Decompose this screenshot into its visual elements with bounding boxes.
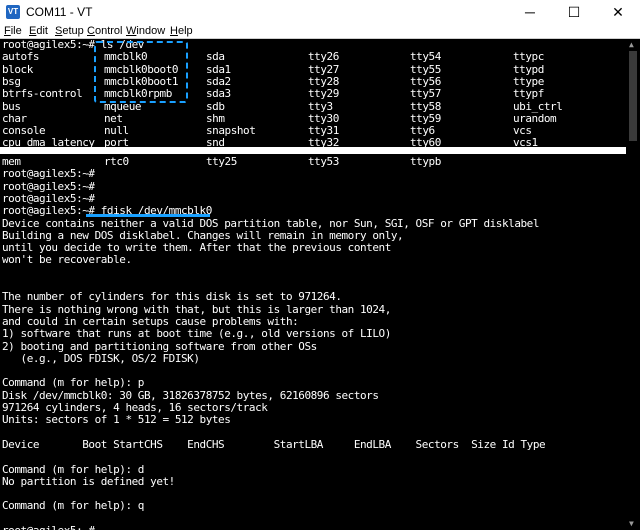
listing-entry: snapshot: [206, 124, 256, 138]
listing-entry: sda1: [206, 62, 231, 76]
terminal-line: Command (m for help): q: [2, 499, 144, 513]
terminal-line: root@agilex5:~#: [2, 191, 95, 205]
menu-bar: File Edit Setup Control Window Help: [0, 24, 640, 39]
listing-entry: ttypd: [513, 62, 544, 76]
menu-window[interactable]: Window: [126, 24, 165, 38]
terminal-top-pane[interactable]: root@agilex5:~# ls /dev autofs mmcblk0 sda…: [0, 39, 626, 147]
terminal-line: There is nothing wrong with that, but th…: [2, 302, 391, 316]
listing-entry: char: [2, 111, 27, 125]
listing-entry: tty28: [308, 74, 339, 88]
scroll-thumb[interactable]: [629, 51, 637, 141]
listing-entry: block: [2, 62, 33, 76]
listing-entry: tty25: [206, 155, 237, 168]
menu-edit[interactable]: Edit: [29, 24, 48, 38]
highlight-box: [94, 41, 188, 103]
listing-row: mem rtc0 tty25 tty53 ttypb: [0, 156, 626, 168]
scroll-up-icon[interactable]: ▲: [629, 40, 634, 49]
listing-entry: urandom: [513, 111, 557, 125]
menu-control[interactable]: Control: [87, 24, 122, 38]
listing-entry: snd: [206, 136, 225, 147]
listing-row: char net shm tty30 tty59 urandom: [0, 111, 626, 125]
listing-entry: tty60: [410, 136, 441, 147]
listing-entry: tty3: [308, 99, 333, 113]
listing-entry: tty53: [308, 155, 339, 168]
terminal-line: Command (m for help): d: [2, 462, 144, 476]
listing-entry: tty6: [410, 124, 435, 138]
minimize-button[interactable]: ─: [508, 0, 552, 24]
command-underline: [86, 214, 210, 217]
terminal-line: Device contains neither a valid DOS part…: [2, 216, 540, 230]
terminal-bottom-pane[interactable]: mem rtc0 tty25 tty53 ttypb root@agilex5:~# ro…: [0, 154, 626, 530]
listing-entry: ttype: [513, 74, 544, 88]
listing-entry: tty54: [410, 50, 441, 64]
listing-entry: btrfs-control: [2, 87, 83, 101]
menu-file[interactable]: File: [4, 24, 22, 38]
terminal-line: root@agilex5:~#: [2, 179, 95, 193]
terminal-line: root@agilex5:~#: [2, 167, 95, 181]
listing-entry: mem: [2, 155, 21, 168]
terminal-line: root@agilex5:~#: [2, 525, 95, 530]
terminal-line: 2) booting and partitioning software fro…: [2, 339, 317, 353]
listing-row: bus mqueue sdb tty3 tty58 ubi_ctrl: [0, 99, 626, 113]
terminal-line: Device Boot StartCHS EndCHS StartLBA End…: [2, 437, 546, 451]
terminal-line: until you decide to write them. After th…: [2, 241, 391, 255]
terminal-line: (e.g., DOS FDISK, OS/2 FDISK): [2, 351, 200, 365]
listing-entry: tty57: [410, 87, 441, 101]
maximize-button[interactable]: ☐: [552, 0, 596, 24]
listing-entry: tty59: [410, 111, 441, 125]
listing-entry: bus: [2, 99, 21, 113]
terminal-line: won't be recoverable.: [2, 253, 132, 267]
listing-entry: tty32: [308, 136, 339, 147]
close-button[interactable]: ✕: [596, 0, 640, 24]
listing-row: console null snapshot tty31 tty6 vcs: [0, 125, 626, 137]
listing-entry: console: [2, 124, 46, 138]
scroll-down-icon[interactable]: ▼: [629, 519, 634, 528]
terminal-line: 971264 cylinders, 4 heads, 16 sectors/tr…: [2, 401, 268, 414]
listing-entry: tty56: [410, 74, 441, 88]
listing-entry: null: [104, 124, 129, 138]
listing-row: cpu_dma_latency port snd tty32 tty60 vcs1: [0, 137, 626, 147]
terminal-line: The number of cylinders for this disk is…: [2, 290, 342, 304]
listing-entry: sda: [206, 50, 225, 64]
terminal-line: Disk /dev/mmcblk0: 30 GB, 31826378752 by…: [2, 388, 379, 402]
listing-entry: ubi_ctrl: [513, 99, 563, 113]
vertical-scrollbar[interactable]: ▲ ▼: [626, 39, 640, 530]
title-bar[interactable]: VT COM11 - VT ─ ☐ ✕: [0, 0, 640, 24]
listing-entry: sda2: [206, 74, 231, 88]
terminal-line: Building a new DOS disklabel. Changes wi…: [2, 228, 404, 242]
terminal-line: and could in certain setups cause proble…: [2, 314, 299, 328]
listing-entry: vcs1: [513, 136, 538, 147]
terminal-line: Units: sectors of 1 * 512 = 512 bytes: [2, 413, 231, 427]
listing-entry: ttypf: [513, 87, 544, 101]
listing-entry: sdb: [206, 99, 225, 113]
terminal-line: 1) software that runs at boot time (e.g.…: [2, 327, 391, 341]
listing-entry: tty58: [410, 99, 441, 113]
listing-entry: vcs: [513, 124, 532, 138]
listing-entry: tty55: [410, 62, 441, 76]
listing-entry: bsg: [2, 74, 21, 88]
window-title: COM11 - VT: [26, 5, 93, 19]
terminal-line: No partition is defined yet!: [2, 474, 175, 488]
listing-entry: ttypc: [513, 50, 544, 64]
listing-entry: tty26: [308, 50, 339, 64]
listing-entry: ttypb: [410, 155, 441, 168]
listing-entry: cpu_dma_latency: [2, 136, 95, 147]
listing-entry: tty31: [308, 124, 339, 138]
listing-entry: sda3: [206, 87, 231, 101]
menu-help[interactable]: Help: [170, 24, 193, 38]
listing-entry: tty29: [308, 87, 339, 101]
listing-entry: shm: [206, 111, 225, 125]
listing-entry: net: [104, 111, 123, 125]
app-icon: VT: [6, 5, 20, 19]
menu-setup[interactable]: Setup: [55, 24, 84, 38]
terminal-line: Command (m for help): p: [2, 376, 144, 390]
pane-divider[interactable]: [0, 147, 640, 154]
listing-entry: tty27: [308, 62, 339, 76]
listing-entry: autofs: [2, 50, 40, 64]
listing-entry: tty30: [308, 111, 339, 125]
listing-entry: rtc0: [104, 155, 129, 168]
listing-entry: port: [104, 136, 129, 147]
